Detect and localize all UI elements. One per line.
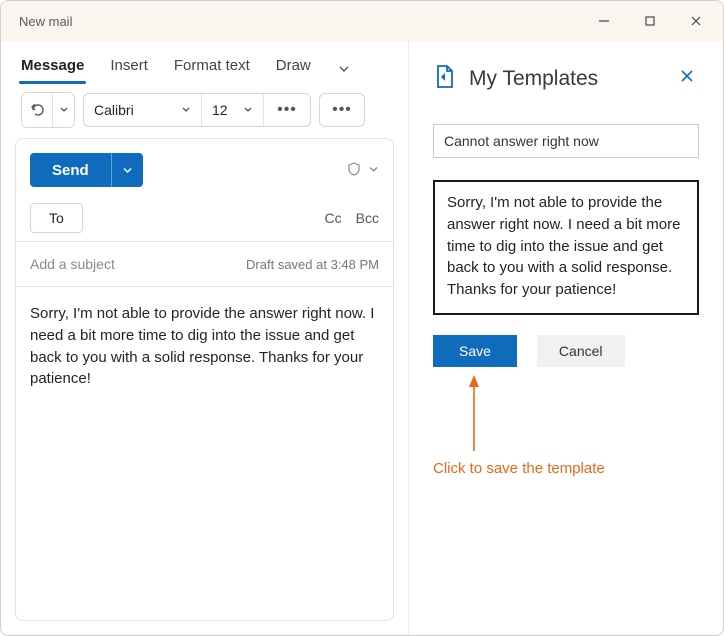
ribbon-tabs: Message Insert Format text Draw [1,41,408,84]
tabs-overflow-button[interactable] [337,62,351,76]
tab-draw[interactable]: Draw [276,53,311,84]
minimize-button[interactable] [581,1,627,41]
chevron-down-icon [243,105,253,115]
undo-dropdown[interactable] [52,93,74,127]
subject-input[interactable]: Add a subject [30,256,246,272]
email-body[interactable]: Sorry, I'm not able to provide the answe… [16,287,393,406]
window-controls [581,1,719,41]
shield-icon[interactable] [346,161,362,180]
cc-button[interactable]: Cc [325,210,342,226]
window-title: New mail [19,14,581,29]
tab-format-text[interactable]: Format text [174,53,250,84]
undo-icon[interactable] [22,93,52,127]
font-group: Calibri 12 ••• [83,93,311,127]
bcc-button[interactable]: Bcc [356,210,379,226]
new-mail-window: New mail Message Insert Format text Draw [0,0,724,636]
titlebar: New mail [1,1,723,41]
cancel-button[interactable]: Cancel [537,335,625,367]
tab-insert[interactable]: Insert [110,53,148,84]
chevron-down-icon [181,105,191,115]
send-options-dropdown[interactable] [111,153,143,187]
template-body-input[interactable]: Sorry, I'm not able to provide the answe… [433,180,699,315]
annotation-text: Click to save the template [433,460,699,477]
send-split-button[interactable]: Send [30,153,143,187]
compose-card: Send To [15,138,394,621]
dots-icon: ••• [277,101,297,119]
compose-pane: Message Insert Format text Draw [1,41,409,635]
font-size-value: 12 [212,102,228,118]
maximize-button[interactable] [627,1,673,41]
send-button[interactable]: Send [30,153,111,187]
chevron-down-icon[interactable] [368,162,379,178]
font-size-select[interactable]: 12 [202,94,264,126]
tab-message[interactable]: Message [21,53,84,84]
dots-icon: ••• [332,101,352,119]
templates-icon [433,63,457,94]
format-more-button[interactable]: ••• [264,94,310,126]
close-window-button[interactable] [673,1,719,41]
save-button[interactable]: Save [433,335,517,367]
draft-status: Draft saved at 3:48 PM [246,257,379,272]
to-field-button[interactable]: To [30,203,83,233]
templates-pane-title: My Templates [469,67,663,91]
template-name-input[interactable] [433,124,699,158]
close-pane-button[interactable] [675,64,699,93]
annotation-arrow-icon [466,373,699,456]
toolbar-more-button[interactable]: ••• [319,93,365,127]
my-templates-pane: My Templates Sorry, I'm not able to prov… [409,41,723,635]
format-toolbar: Calibri 12 ••• ••• [1,84,408,138]
undo-split-button[interactable] [21,92,75,128]
font-name-select[interactable]: Calibri [84,94,202,126]
font-name-value: Calibri [94,102,134,118]
